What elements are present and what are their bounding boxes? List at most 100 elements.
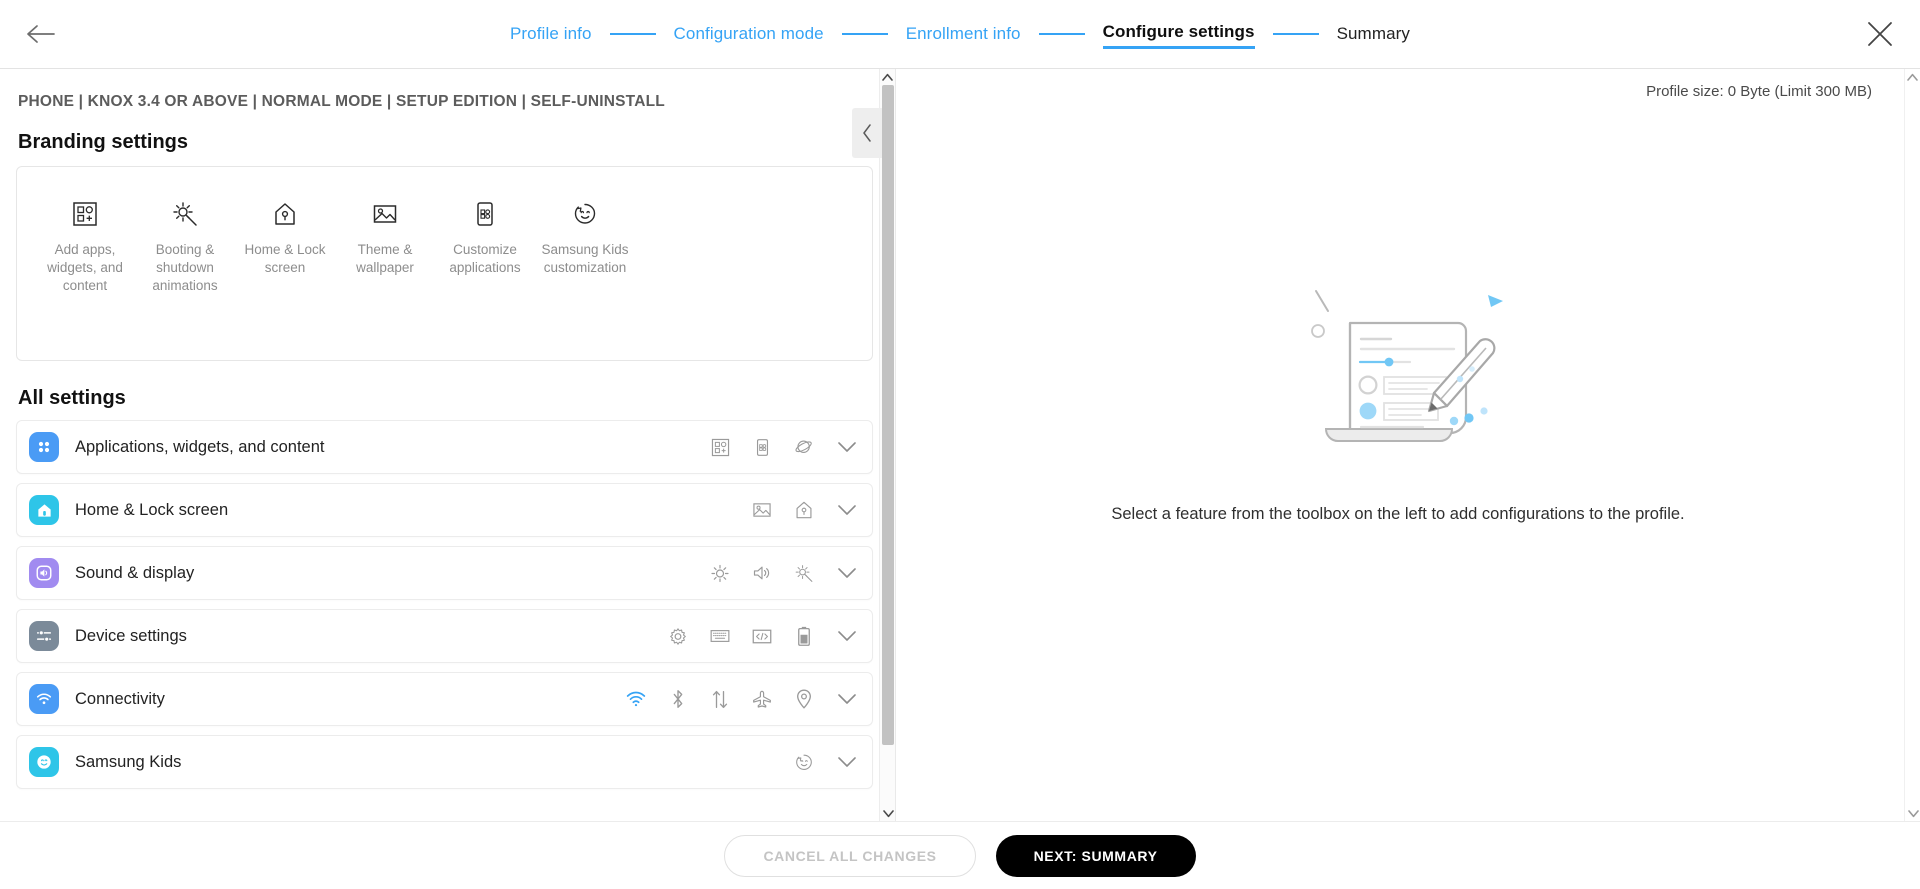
settings-row-icons	[626, 689, 814, 709]
customize-apps-icon	[473, 197, 497, 231]
profile-preview-pane: Profile size: 0 Byte (Limit 300 MB) Sele…	[895, 69, 1920, 822]
chevron-down-icon[interactable]	[836, 504, 858, 516]
image-wallpaper-icon	[372, 197, 398, 231]
step-enrollment-info[interactable]: Enrollment info	[906, 22, 1021, 46]
branding-item-label: Home & Lock screen	[244, 242, 326, 276]
scroll-up-button[interactable]	[880, 69, 895, 85]
airplane-icon[interactable]	[752, 689, 772, 709]
collapse-panel-button[interactable]	[852, 108, 882, 158]
branding-item-customize-apps[interactable]: Customize applications	[435, 197, 535, 277]
close-icon	[1868, 22, 1892, 46]
wizard-footer: CANCEL ALL CHANGES NEXT: SUMMARY	[0, 821, 1920, 889]
settings-row-label: Samsung Kids	[75, 752, 182, 771]
breadcrumb: PHONE | KNOX 3.4 OR ABOVE | NORMAL MODE …	[18, 93, 665, 110]
keyboard-icon[interactable]	[710, 626, 730, 646]
chevron-down-icon[interactable]	[836, 567, 858, 579]
profile-size-label: Profile size: 0 Byte (Limit 300 MB)	[1646, 83, 1872, 100]
wifi-icon[interactable]	[626, 689, 646, 709]
step-profile-info[interactable]: Profile info	[510, 22, 592, 46]
volume-icon[interactable]	[752, 563, 772, 583]
scrollbar-thumb[interactable]	[882, 85, 894, 745]
settings-row-icons	[710, 563, 814, 583]
branding-item-add-apps[interactable]: Add apps, widgets, and content	[35, 197, 135, 296]
empty-state: Select a feature from the toolbox on the…	[896, 249, 1900, 524]
step-summary: Summary	[1336, 24, 1410, 43]
branding-item-label: Customize applications	[449, 242, 521, 276]
right-pane-scrollbar[interactable]	[1904, 69, 1920, 822]
battery-icon[interactable]	[794, 626, 814, 646]
settings-row-connectivity[interactable]: Connectivity	[16, 672, 873, 726]
scroll-down-button[interactable]	[880, 806, 895, 822]
settings-row-label: Applications, widgets, and content	[75, 437, 325, 456]
add-apps-widgets-icon[interactable]	[710, 437, 730, 457]
speaker-icon	[29, 558, 59, 588]
branding-settings-title: Branding settings	[18, 131, 189, 153]
brightness-icon[interactable]	[710, 563, 730, 583]
settings-row-sound-display[interactable]: Sound & display	[16, 546, 873, 600]
home-lock-screen-icon	[272, 197, 298, 231]
step-configure-settings[interactable]: Configure settings	[1102, 20, 1255, 49]
settings-row-samsung-kids[interactable]: Samsung Kids	[16, 735, 873, 789]
chevron-left-icon	[862, 124, 871, 142]
samsung-kids-face-icon[interactable]	[794, 752, 814, 772]
chevron-down-icon[interactable]	[836, 693, 858, 705]
code-icon[interactable]	[752, 626, 772, 646]
empty-state-text: Select a feature from the toolbox on the…	[1111, 505, 1685, 523]
settings-row-label: Home & Lock screen	[75, 500, 229, 519]
wizard-steps: Profile info Configuration mode Enrollme…	[0, 0, 1920, 68]
samsung-kids-face-icon	[29, 747, 59, 777]
data-transfer-icon[interactable]	[710, 689, 730, 709]
step-separator	[609, 33, 656, 35]
wifi-icon	[29, 684, 59, 714]
customize-apps-icon[interactable]	[752, 437, 772, 457]
branding-item-boot-animations[interactable]: Booting & shutdown animations	[135, 197, 235, 296]
branding-item-label: Samsung Kids customization	[541, 242, 629, 276]
cancel-all-changes-button[interactable]: CANCEL ALL CHANGES	[724, 834, 976, 877]
close-button[interactable]	[1860, 14, 1900, 54]
settings-row-home-lock-screen[interactable]: Home & Lock screen	[16, 483, 873, 537]
chevron-down-icon[interactable]	[836, 630, 858, 642]
gear-icon[interactable]	[668, 626, 688, 646]
settings-row-icons	[668, 626, 814, 646]
configure-settings-page: Profile info Configuration mode Enrollme…	[0, 0, 1920, 889]
apps-grid-icon	[29, 432, 59, 462]
branding-item-label: Booting & shutdown animations	[152, 242, 218, 294]
branding-item-home-lock[interactable]: Home & Lock screen	[235, 197, 335, 277]
settings-row-icons	[710, 437, 814, 457]
settings-row-icons	[752, 500, 814, 520]
settings-row-applications[interactable]: Applications, widgets, and content	[16, 420, 873, 474]
branding-item-label: Add apps, widgets, and content	[47, 242, 123, 294]
step-separator	[1038, 33, 1085, 35]
knox-planet-icon[interactable]	[794, 437, 814, 457]
step-separator	[1272, 33, 1319, 35]
settings-row-label: Connectivity	[75, 689, 165, 708]
all-settings-list: Applications, widgets, and content Home …	[16, 420, 873, 809]
left-pane-scrollbar[interactable]	[879, 69, 895, 822]
all-settings-title: All settings	[18, 387, 126, 409]
image-wallpaper-icon[interactable]	[752, 500, 772, 520]
main-split: PHONE | KNOX 3.4 OR ABOVE | NORMAL MODE …	[0, 68, 1920, 822]
scroll-down-button[interactable]	[1905, 806, 1920, 822]
scroll-up-button[interactable]	[1905, 69, 1920, 85]
chevron-down-icon[interactable]	[836, 441, 858, 453]
branding-item-theme-wallpaper[interactable]: Theme & wallpaper	[335, 197, 435, 277]
step-separator	[841, 33, 888, 35]
next-summary-button[interactable]: NEXT: SUMMARY	[995, 834, 1196, 877]
chevron-down-icon[interactable]	[836, 756, 858, 768]
home-icon	[29, 495, 59, 525]
branding-item-samsung-kids[interactable]: Samsung Kids customization	[535, 197, 635, 277]
location-pin-icon[interactable]	[794, 689, 814, 709]
bluetooth-icon[interactable]	[668, 689, 688, 709]
scrollbar-track[interactable]	[880, 85, 895, 806]
boot-animation-icon[interactable]	[794, 563, 814, 583]
settings-row-label: Sound & display	[75, 563, 195, 582]
home-lock-screen-icon[interactable]	[794, 500, 814, 520]
settings-row-device-settings[interactable]: Device settings	[16, 609, 873, 663]
settings-toolbox-pane: PHONE | KNOX 3.4 OR ABOVE | NORMAL MODE …	[0, 69, 895, 822]
settings-row-label: Device settings	[75, 626, 187, 645]
samsung-kids-icon	[572, 197, 598, 231]
boot-animation-icon	[171, 197, 199, 231]
step-configuration-mode[interactable]: Configuration mode	[674, 22, 824, 46]
settings-row-icons	[794, 752, 814, 772]
branding-item-label: Theme & wallpaper	[356, 242, 414, 276]
